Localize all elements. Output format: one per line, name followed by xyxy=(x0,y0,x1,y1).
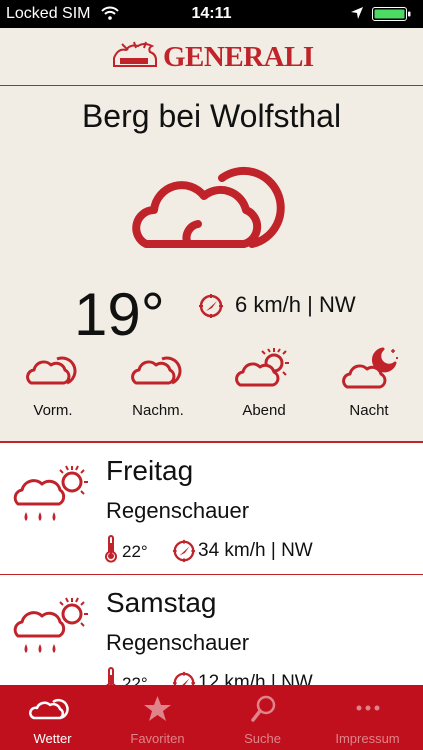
cloud-icon xyxy=(29,698,69,720)
location-arrow-icon xyxy=(351,7,363,19)
lion-logo-icon xyxy=(113,41,157,67)
forecast-card-freitag[interactable]: Freitag Regenschauer 22° 34 km/h | NW xyxy=(0,443,423,575)
tab-label: Suche xyxy=(244,731,281,746)
cloud-sun-icon xyxy=(235,348,289,387)
tab-impressum[interactable]: Impressum xyxy=(315,685,420,750)
tab-bar: Wetter Favoriten Suche Impressum xyxy=(0,685,423,750)
city-title: Berg bei Wolfsthal xyxy=(81,98,342,134)
search-icon xyxy=(251,695,276,722)
period-nachmittag: Nachm. xyxy=(108,345,208,419)
tab-suche[interactable]: Suche xyxy=(210,685,315,750)
rain-sun-icon xyxy=(13,597,88,653)
cloudy-icon xyxy=(131,356,182,385)
period-nacht: Nacht xyxy=(319,345,419,419)
forecast-temperature: 22° xyxy=(122,542,148,561)
more-icon xyxy=(356,705,380,711)
status-bar: Locked SIM 14:11 xyxy=(0,0,423,28)
day-periods: Vorm. Nachm. Abend Nacht xyxy=(0,345,423,425)
forecast-day: Freitag xyxy=(106,455,194,486)
app-header: GENERALI xyxy=(0,28,423,86)
cloud-moon-icon xyxy=(342,347,398,389)
tab-favoriten[interactable]: Favoriten xyxy=(105,685,210,750)
current-temperature: 19° xyxy=(74,281,165,348)
period-abend: Abend xyxy=(214,345,314,419)
forecast-condition: Regenschauer xyxy=(106,630,250,655)
rain-sun-icon xyxy=(13,465,88,521)
battery-icon xyxy=(372,7,411,21)
forecast-condition: Regenschauer xyxy=(106,498,250,523)
forecast-day: Samstag xyxy=(106,587,217,618)
period-label: Vorm. xyxy=(33,402,73,419)
period-label: Abend xyxy=(242,402,286,419)
forecast-wind: 34 km/h | NW xyxy=(198,540,313,561)
brand-wordmark: GENERALI xyxy=(163,41,314,73)
cloudy-icon xyxy=(132,166,285,248)
tab-label: Favoriten xyxy=(130,731,185,746)
tab-label: Impressum xyxy=(335,731,400,746)
period-vormittag: Vorm. xyxy=(3,345,103,419)
thermometer-icon xyxy=(105,535,117,563)
period-label: Nacht xyxy=(349,402,389,419)
star-icon xyxy=(144,696,171,721)
wind-direction-icon xyxy=(199,294,223,318)
current-wind: 6 km/h | NW xyxy=(235,292,356,317)
cloudy-icon xyxy=(26,356,77,385)
tab-label: Wetter xyxy=(33,731,72,746)
wind-direction-icon xyxy=(172,539,196,563)
period-label: Nachm. xyxy=(132,402,184,419)
tab-wetter[interactable]: Wetter xyxy=(0,685,105,750)
